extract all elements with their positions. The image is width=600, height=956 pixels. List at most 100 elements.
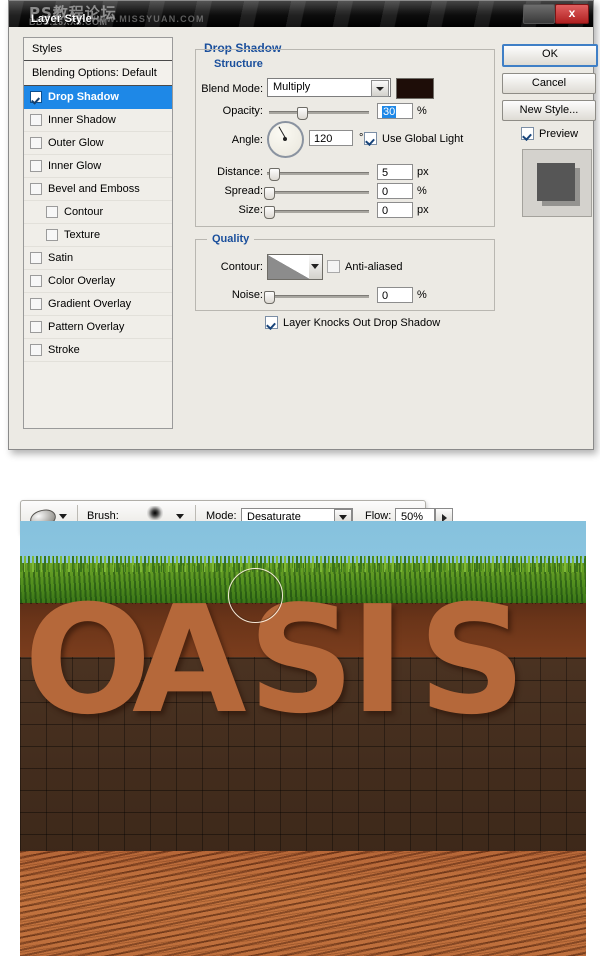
effect-row-stroke[interactable]: Stroke: [24, 339, 172, 362]
tool-preset-chevron-down-icon[interactable]: [59, 514, 67, 519]
use-global-light-checkbox[interactable]: Use Global Light: [364, 132, 463, 145]
effect-label: Inner Shadow: [48, 114, 116, 126]
shadow-color-swatch[interactable]: [396, 78, 434, 99]
distance-unit: px: [417, 166, 429, 178]
checkbox-icon[interactable]: [46, 206, 58, 218]
angle-input[interactable]: 120: [309, 130, 353, 146]
ok-button[interactable]: OK: [502, 44, 598, 67]
distance-label: Distance:: [217, 166, 263, 178]
spread-input[interactable]: 0: [377, 183, 413, 199]
effect-label: Stroke: [48, 344, 80, 356]
anti-aliased-label: Anti-aliased: [345, 260, 403, 273]
effect-label: Drop Shadow: [48, 91, 119, 103]
spread-slider-knob[interactable]: [264, 187, 275, 200]
effect-label: Bevel and Emboss: [48, 183, 140, 195]
noise-slider[interactable]: [264, 291, 369, 304]
checkbox-icon[interactable]: [30, 183, 42, 195]
effect-row-satin[interactable]: Satin: [24, 247, 172, 270]
opacity-slider[interactable]: [269, 107, 369, 120]
dialog-titlebar[interactable]: PS教程论坛 BBS.16XX8.COM WWW.MISSYUAN.COM La…: [9, 1, 593, 27]
size-slider-knob[interactable]: [264, 206, 275, 219]
checkbox-icon[interactable]: [30, 275, 42, 287]
contour-curve-icon: [268, 255, 310, 279]
angle-unit: °: [359, 132, 364, 144]
size-slider[interactable]: [264, 206, 369, 219]
document-canvas[interactable]: OASIS: [20, 521, 586, 956]
effect-label: Texture: [64, 229, 101, 241]
effect-label: Gradient Overlay: [48, 298, 132, 310]
cancel-button[interactable]: Cancel: [502, 73, 596, 94]
effect-row-bevel-and-emboss[interactable]: Bevel and Emboss: [24, 178, 172, 201]
effect-label: Outer Glow: [48, 137, 104, 149]
close-button[interactable]: x: [555, 4, 589, 24]
effect-row-color-overlay[interactable]: Color Overlay: [24, 270, 172, 293]
opacity-slider-knob[interactable]: [297, 107, 308, 120]
noise-slider-knob[interactable]: [264, 291, 275, 304]
preview-shape: [537, 163, 575, 201]
anti-aliased-checkbox[interactable]: Anti-aliased: [327, 260, 402, 273]
blend-mode-value: Multiply: [273, 81, 311, 93]
checkbox-icon[interactable]: [30, 91, 42, 103]
effect-row-inner-glow[interactable]: Inner Glow: [24, 155, 172, 178]
noise-label: Noise:: [231, 289, 263, 301]
checkbox-icon: [521, 127, 534, 140]
checkbox-icon[interactable]: [30, 160, 42, 172]
blending-options-item[interactable]: Blending Options: Default: [24, 61, 172, 86]
checkbox-icon[interactable]: [30, 344, 42, 356]
angle-label: Angle:: [231, 134, 263, 146]
preview-checkbox[interactable]: Preview: [521, 127, 578, 140]
opacity-input[interactable]: 30: [377, 103, 413, 119]
checkbox-icon[interactable]: [30, 114, 42, 126]
effect-row-texture[interactable]: Texture: [24, 224, 172, 247]
effect-row-pattern-overlay[interactable]: Pattern Overlay: [24, 316, 172, 339]
chevron-down-glyph: [339, 515, 347, 520]
preview-label: Preview: [539, 127, 579, 140]
checkbox-icon[interactable]: [30, 252, 42, 264]
brush-preview-icon[interactable]: [147, 506, 163, 520]
spread-slider-track: [264, 191, 369, 194]
opacity-value: 30: [382, 106, 397, 118]
blend-mode-select[interactable]: Multiply: [267, 78, 391, 97]
spread-unit: %: [417, 185, 427, 197]
distance-slider-track: [267, 172, 369, 175]
layer-knocks-out-checkbox[interactable]: Layer Knocks Out Drop Shadow: [265, 316, 440, 329]
checkbox-icon[interactable]: [46, 229, 58, 241]
effect-row-gradient-overlay[interactable]: Gradient Overlay: [24, 293, 172, 316]
effect-label: Contour: [64, 206, 104, 218]
effect-row-contour[interactable]: Contour: [24, 201, 172, 224]
effect-row-outer-glow[interactable]: Outer Glow: [24, 132, 172, 155]
effect-label: Color Overlay: [48, 275, 116, 287]
spread-slider[interactable]: [264, 187, 369, 200]
checkbox-icon[interactable]: [30, 137, 42, 149]
styles-list-panel: Styles Blending Options: Default Drop Sh…: [23, 37, 173, 429]
dialog-title: Layer Style: [31, 13, 92, 25]
effect-row-inner-shadow[interactable]: Inner Shadow: [24, 109, 172, 132]
spread-label: Spread:: [224, 185, 263, 197]
layer-style-dialog: PS教程论坛 BBS.16XX8.COM WWW.MISSYUAN.COM La…: [8, 0, 598, 450]
distance-slider-knob[interactable]: [269, 168, 280, 181]
chevron-down-icon[interactable]: [371, 80, 389, 97]
noise-unit: %: [417, 289, 427, 301]
distance-slider[interactable]: [267, 168, 369, 181]
distance-input[interactable]: 5: [377, 164, 413, 180]
size-input[interactable]: 0: [377, 202, 413, 218]
structure-group-label: Structure: [209, 58, 268, 70]
angle-dial[interactable]: [267, 121, 304, 158]
noise-slider-track: [264, 295, 369, 298]
contour-dropdown-arrow[interactable]: [309, 254, 323, 280]
effect-row-drop-shadow[interactable]: Drop Shadow: [24, 86, 172, 109]
noise-input[interactable]: 0: [377, 287, 413, 303]
opacity-unit: %: [417, 105, 427, 117]
brush-cursor-circle: [228, 568, 283, 623]
contour-preset-preview[interactable]: [267, 254, 311, 280]
oasis-letter: S: [418, 574, 527, 748]
checkbox-icon[interactable]: [30, 321, 42, 333]
preview-thumbnail: [522, 149, 592, 217]
new-style-button[interactable]: New Style...: [502, 100, 596, 121]
brush-chevron-down-icon[interactable]: [176, 514, 184, 519]
checkbox-icon[interactable]: [30, 298, 42, 310]
minimize-button[interactable]: [523, 4, 555, 24]
effect-label: Pattern Overlay: [48, 321, 125, 333]
styles-header[interactable]: Styles: [24, 38, 172, 61]
contour-label: Contour:: [220, 261, 263, 273]
